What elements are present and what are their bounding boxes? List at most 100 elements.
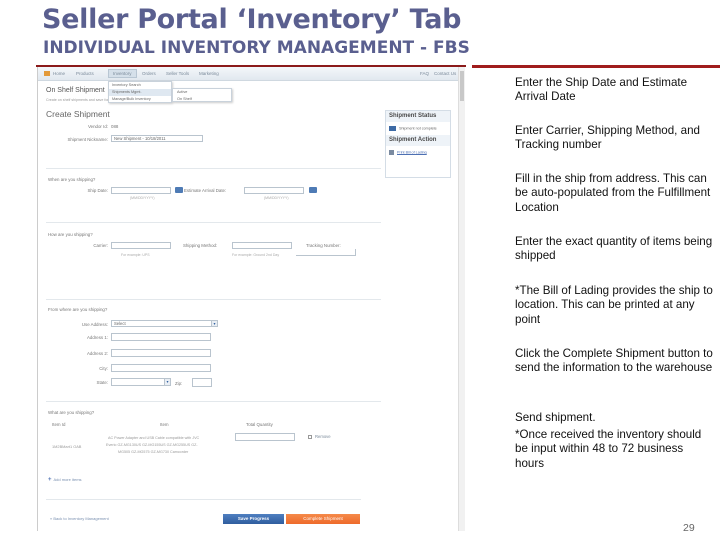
- back-to-inventory-link[interactable]: « Back to Inventory Management: [50, 516, 109, 521]
- nav-marketing[interactable]: Marketing: [199, 71, 219, 76]
- shipment-action-row: Print Bill of Lading: [386, 146, 450, 159]
- create-shipment-heading: Create Shipment: [46, 109, 110, 119]
- address1-label: Address 1:: [87, 335, 108, 340]
- item-description-line: AC Power Adapter and USB Cable compatibl…: [108, 436, 200, 440]
- print-bill-of-lading-link[interactable]: Print Bill of Lading: [397, 150, 427, 154]
- note-ship-date: Enter the Ship Date and Estimate Arrival…: [515, 76, 688, 104]
- nav-products[interactable]: Products: [76, 71, 94, 76]
- seller-portal-screenshot: Home Products Inventory Orders Seller To…: [37, 67, 465, 531]
- ship-date-hint: (MM/DD/YYYY): [130, 196, 155, 200]
- add-more-label: Add more items: [53, 477, 82, 482]
- section-divider: [46, 499, 361, 500]
- shipment-status-text: Shipment not complete: [399, 126, 437, 131]
- checkbox[interactable]: [308, 434, 312, 439]
- submenu-item-on-shelf[interactable]: On Shelf: [173, 96, 231, 103]
- note-inventory-input: *Once received the inventory should be i…: [515, 428, 702, 470]
- note-carrier: Enter Carrier, Shipping Method, and Trac…: [515, 124, 700, 152]
- slide-title: Seller Portal ‘Inventory’ Tab: [42, 4, 462, 35]
- chevron-down-icon: ▾: [211, 321, 217, 326]
- use-address-value: Select: [114, 321, 126, 326]
- printer-icon: [389, 150, 394, 155]
- ship-date-input[interactable]: [111, 187, 171, 194]
- nickname-input[interactable]: New Shipment - 10/18/2011: [111, 135, 203, 142]
- shipment-status-heading: Shipment Status: [386, 111, 450, 122]
- zip-input[interactable]: [192, 378, 212, 387]
- top-nav: Home Products Inventory Orders Seller To…: [38, 67, 458, 81]
- note-bill-of-lading: *The Bill of Lading provides the ship to…: [515, 284, 713, 326]
- section-divider: [46, 168, 381, 169]
- shipment-action-heading: Shipment Action: [386, 135, 450, 146]
- nav-home[interactable]: Home: [53, 71, 65, 76]
- menu-item-manage-bulk-inventory[interactable]: Manage/Bulk Inventory: [109, 96, 171, 103]
- menu-item-shipments-mgmt[interactable]: Shipments Mgmt.: [109, 89, 171, 96]
- nav-faq[interactable]: FAQ: [420, 71, 429, 76]
- from-question: From where are you shipping?: [48, 307, 108, 312]
- zip-label: Zip:: [175, 381, 183, 386]
- plus-icon: +: [48, 477, 52, 483]
- nav-contact-us[interactable]: Contact Us: [434, 71, 456, 76]
- note-send-shipment: Send shipment.: [515, 411, 596, 424]
- note-quantity: Enter the exact quantity of items being …: [515, 235, 713, 263]
- ship-date-label: Ship Date:: [87, 188, 108, 193]
- truck-icon: [389, 126, 396, 131]
- state-label: State:: [96, 380, 108, 385]
- calendar-icon[interactable]: [175, 187, 183, 193]
- carrier-input[interactable]: [111, 242, 171, 249]
- section-divider: [46, 299, 381, 300]
- arrival-date-input[interactable]: [244, 187, 304, 194]
- page-number: 29: [683, 522, 695, 534]
- city-label: City:: [99, 366, 108, 371]
- slide-subtitle: INDIVIDUAL INVENTORY MANAGEMENT - FBS: [43, 38, 470, 58]
- menu-item-inventory-search[interactable]: Inventory Search: [109, 82, 171, 89]
- carrier-hint: For example: UPS: [121, 253, 150, 257]
- vendor-id-value: 088: [111, 124, 119, 129]
- chevron-down-icon: ▾: [164, 379, 170, 385]
- item-id: 1M2BMart1 OAB: [52, 444, 82, 449]
- on-shelf-heading: On Shelf Shipment: [46, 87, 105, 94]
- shipments-submenu: Active On Shelf: [172, 88, 232, 102]
- scrollbar[interactable]: [458, 67, 465, 531]
- shipping-method-input[interactable]: [232, 242, 292, 249]
- how-question: How are you shipping?: [48, 232, 93, 237]
- scrollbar-thumb[interactable]: [460, 71, 464, 101]
- address1-input[interactable]: [111, 333, 211, 341]
- nav-inventory[interactable]: Inventory: [108, 69, 137, 78]
- nav-seller-tools[interactable]: Seller Tools: [166, 71, 189, 76]
- nav-orders[interactable]: Orders: [142, 71, 156, 76]
- nickname-label: Shipment Nickname:: [67, 137, 108, 142]
- use-address-label: Use Address:: [81, 322, 108, 327]
- arrival-date-label: Estimate Arrival Date:: [184, 188, 227, 193]
- remove-label: Remove: [315, 434, 331, 439]
- home-icon: [44, 71, 50, 76]
- shipment-status-row: Shipment not complete: [386, 122, 450, 135]
- remove-item-button[interactable]: Remove: [308, 434, 331, 439]
- what-question: What are you shipping?: [48, 410, 95, 415]
- shipping-method-hint: For example: Ground 2nd Day: [232, 253, 280, 257]
- address2-label: Address 2:: [87, 351, 108, 356]
- item-description-line: Everio GZ-MG130US GZ-MG155US GZ-MG255US …: [106, 443, 198, 447]
- tracking-number-input[interactable]: [296, 249, 356, 256]
- city-input[interactable]: [111, 364, 211, 372]
- calendar-icon[interactable]: [309, 187, 317, 193]
- note-complete-shipment: Click the Complete Shipment button to se…: [515, 347, 713, 375]
- tracking-number-label: Tracking Number:: [306, 243, 341, 248]
- save-progress-button[interactable]: Save Progress: [223, 514, 284, 524]
- carrier-label: Carrier:: [93, 243, 108, 248]
- title-divider-right: [472, 65, 720, 68]
- use-address-select[interactable]: Select ▾: [111, 320, 218, 327]
- column-item-id: Item Id: [52, 422, 66, 427]
- item-description-line: MG505 GZ-MG575 GZ-MG730 Camcorder: [118, 450, 189, 454]
- quantity-input[interactable]: [235, 433, 295, 441]
- submenu-item-active[interactable]: Active: [173, 89, 231, 96]
- shipping-method-label: Shipping Method:: [183, 243, 218, 248]
- when-question: When are you shipping?: [48, 177, 96, 182]
- arrival-date-hint: (MM/DD/YYYY): [264, 196, 289, 200]
- state-select[interactable]: ▾: [111, 378, 171, 386]
- add-more-items-link[interactable]: + Add more items: [48, 477, 82, 483]
- shipment-status-panel: Shipment Status Shipment not complete Sh…: [385, 110, 451, 178]
- inventory-menu: Inventory Search Shipments Mgmt. Manage/…: [108, 81, 172, 103]
- section-divider: [46, 222, 381, 223]
- section-divider: [46, 401, 381, 402]
- complete-shipment-button[interactable]: Complete Shipment: [286, 514, 360, 524]
- address2-input[interactable]: [111, 349, 211, 357]
